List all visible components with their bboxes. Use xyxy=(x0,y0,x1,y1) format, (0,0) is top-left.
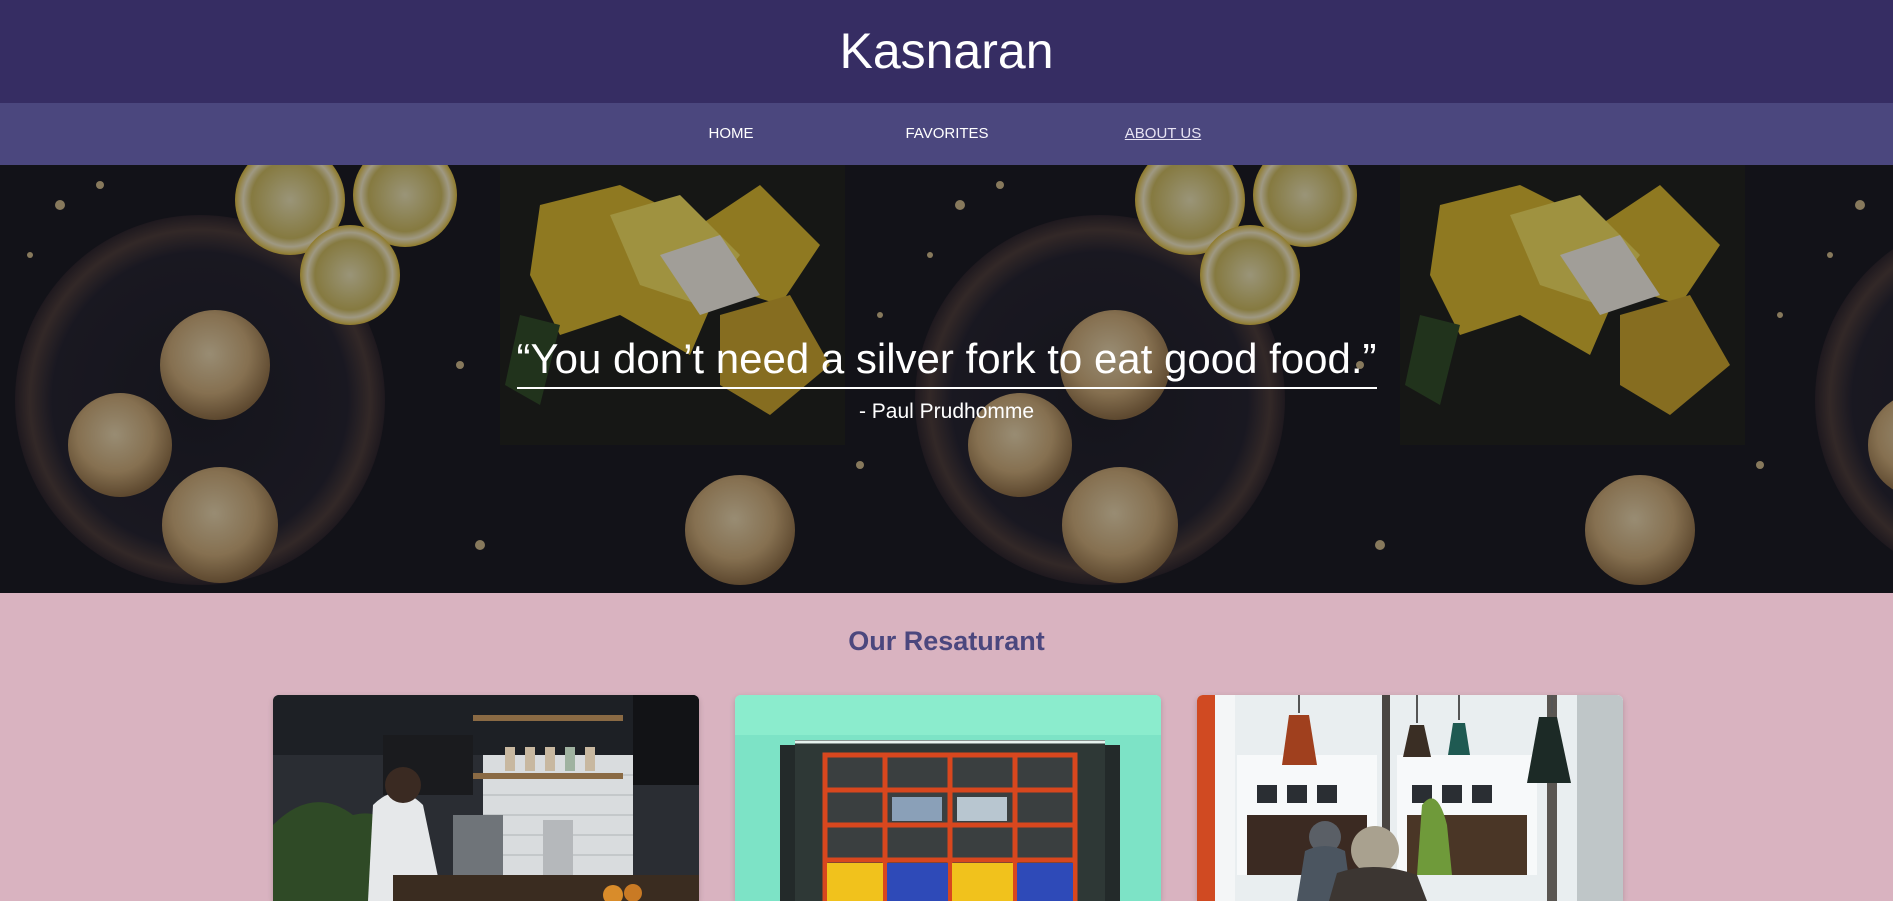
quote-block: “You don’t need a silver fork to eat goo… xyxy=(0,165,1893,593)
hero-quote: “You don’t need a silver fork to eat goo… xyxy=(516,335,1377,389)
site-header: Kasnaran xyxy=(0,0,1893,103)
main-nav: HOME FAVORITES ABOUT US xyxy=(0,103,1893,165)
nav-favorites-link[interactable]: FAVORITES xyxy=(905,103,988,165)
hero-banner: “You don’t need a silver fork to eat goo… xyxy=(0,165,1893,593)
colorful-storefront-photo xyxy=(735,695,1161,901)
quote-author: - Paul Prudhomme xyxy=(858,400,1035,423)
site-title: Kasnaran xyxy=(839,22,1054,79)
restaurant-card-storefront[interactable] xyxy=(735,695,1161,901)
restaurant-card-cafe[interactable] xyxy=(1197,695,1623,901)
restaurant-heading: Our Resaturant xyxy=(848,626,1045,656)
cafe-pendant-lamps-photo xyxy=(1197,695,1623,901)
restaurant-card-kitchen[interactable] xyxy=(273,695,699,901)
nav-home-link[interactable]: HOME xyxy=(709,103,754,165)
kitchen-counter-photo xyxy=(273,695,699,901)
nav-about-us-link[interactable]: ABOUT US xyxy=(1125,103,1201,165)
